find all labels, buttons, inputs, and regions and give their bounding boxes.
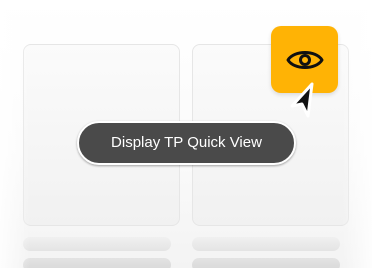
text-placeholder-bar <box>23 237 171 251</box>
eye-icon <box>284 39 326 81</box>
text-placeholder-bar <box>192 237 340 251</box>
quick-view-tooltip: Display TP Quick View <box>77 121 296 165</box>
text-placeholder-bar <box>192 258 340 268</box>
mouse-pointer-icon <box>286 80 320 122</box>
screen: Display TP Quick View <box>0 0 372 268</box>
text-placeholder-bar <box>23 258 171 268</box>
